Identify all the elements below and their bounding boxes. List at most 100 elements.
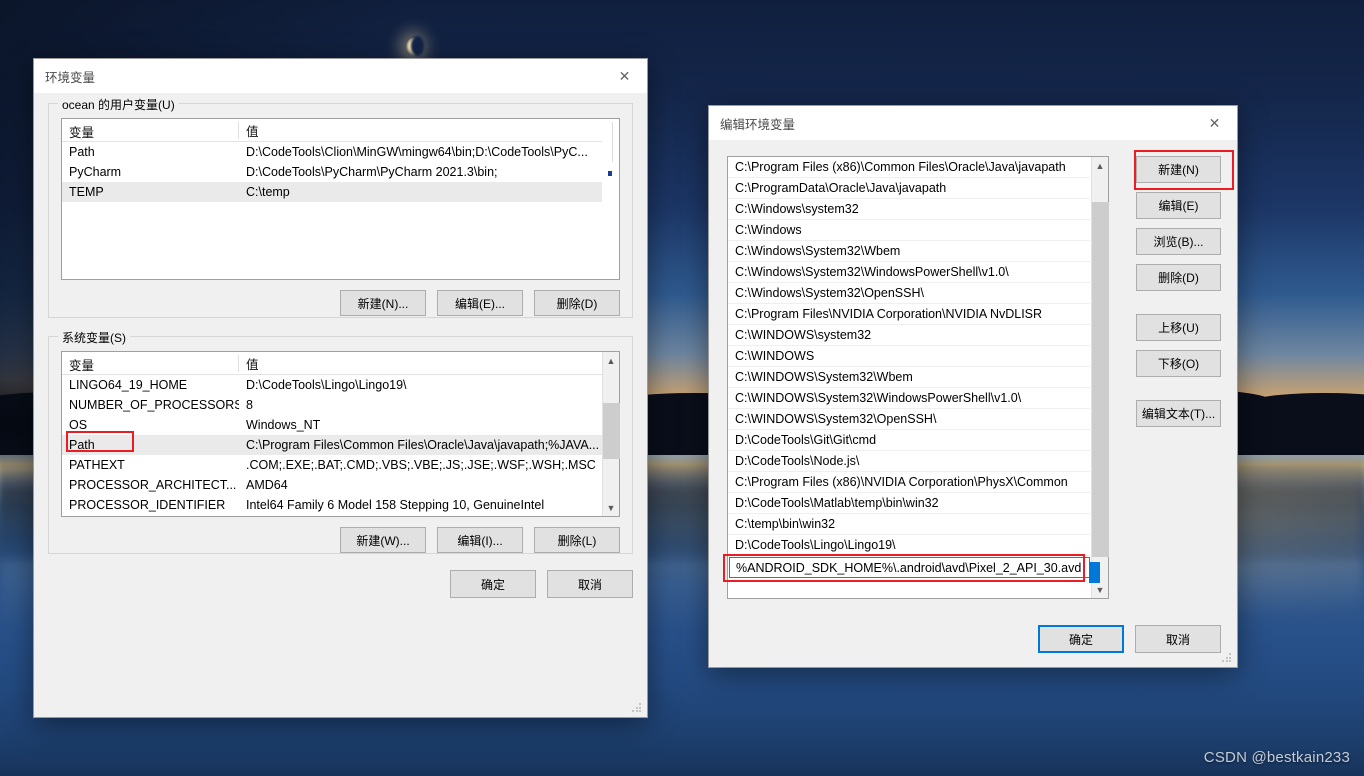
path-scroll-track[interactable] bbox=[1088, 174, 1109, 583]
dialog-button[interactable]: 确定 bbox=[450, 570, 536, 598]
path-action-buttons: 新建(N) 编辑(E) 浏览(B)... 删除(D) 上移(U) 下移(O) 编辑文本(T)… bbox=[1136, 156, 1221, 436]
path-action-button[interactable]: 编辑文本(T)... bbox=[1136, 400, 1221, 427]
path-list-item[interactable]: C:\WINDOWS bbox=[728, 346, 1090, 367]
path-scroll-thumb[interactable] bbox=[1091, 202, 1109, 557]
path-list-item[interactable]: C:\Windows\System32\Wbem bbox=[728, 241, 1090, 262]
path-list-item[interactable]: C:\Program Files (x86)\Common Files\Orac… bbox=[728, 157, 1090, 178]
dialog-button[interactable]: 删除(L) bbox=[534, 527, 620, 553]
path-list-item[interactable]: C:\Program Files (x86)\NVIDIA Corporatio… bbox=[728, 472, 1090, 493]
path-action-button[interactable]: 新建(N) bbox=[1136, 156, 1221, 183]
variable-value-cell: 8 bbox=[246, 398, 253, 412]
system-table-header: 变量 值 bbox=[62, 352, 619, 375]
system-scroll-track[interactable] bbox=[602, 369, 620, 499]
variable-name-cell: PROCESSOR_IDENTIFIER bbox=[69, 498, 226, 512]
resize-grip-icon[interactable] bbox=[631, 702, 643, 714]
scroll-down-icon[interactable]: ▼ bbox=[1092, 581, 1109, 598]
table-row[interactable]: LINGO64_19_HOME D:\CodeTools\Lingo\Lingo1… bbox=[62, 375, 619, 395]
resize-grip-icon[interactable] bbox=[1221, 652, 1233, 664]
column-header-variable[interactable]: 变量 bbox=[62, 121, 239, 140]
table-row[interactable]: Path C:\Program Files\Common Files\Oracle… bbox=[62, 435, 619, 455]
path-list-item[interactable]: C:\WINDOWS\system32 bbox=[728, 325, 1090, 346]
variable-value-cell: Windows_NT bbox=[246, 418, 321, 432]
path-list-scrollbar[interactable]: ▲ ▼ bbox=[1088, 157, 1109, 598]
system-table-scrollbar[interactable]: ▲ ▼ bbox=[602, 352, 620, 516]
edit-dialog-titlebar: 编辑环境变量 ✕ bbox=[709, 106, 1237, 140]
user-variables-rows: Path D:\CodeTools\Clion\MinGW\mingw64\bin… bbox=[62, 142, 619, 202]
system-variables-table[interactable]: 变量 值 LINGO64_19_HOME D:\CodeTools\Lingo\L… bbox=[61, 351, 620, 517]
path-list-item[interactable]: C:\Windows\System32\WindowsPowerShell\v1… bbox=[728, 262, 1090, 283]
path-list-item[interactable]: C:\Program Files\NVIDIA Corporation\NVID… bbox=[728, 304, 1090, 325]
path-action-button[interactable]: 浏览(B)... bbox=[1136, 228, 1221, 255]
path-entries-list[interactable]: C:\Program Files (x86)\Common Files\Orac… bbox=[727, 156, 1109, 599]
user-variables-group: ocean 的用户变量(U) 变量 值 Path D:\CodeTools\Cli… bbox=[48, 96, 633, 318]
path-list-item[interactable]: D:\CodeTools\Node.js\ bbox=[728, 451, 1090, 472]
dialog-button[interactable]: 新建(N)... bbox=[340, 290, 426, 316]
edit-dialog-title: 编辑环境变量 bbox=[720, 117, 796, 132]
system-scroll-thumb[interactable] bbox=[602, 403, 620, 459]
path-action-button[interactable]: 删除(D) bbox=[1136, 264, 1221, 291]
dialog-button[interactable]: 删除(D) bbox=[534, 290, 620, 316]
path-action-button[interactable]: 编辑(E) bbox=[1136, 192, 1221, 219]
table-row[interactable]: Path D:\CodeTools\Clion\MinGW\mingw64\bin… bbox=[62, 142, 619, 162]
system-variables-group: 系统变量(S) 变量 值 LINGO64_19_HOME D:\CodeTools… bbox=[48, 329, 633, 554]
dialog-button[interactable]: 取消 bbox=[547, 570, 633, 598]
path-list-item[interactable]: C:\WINDOWS\System32\OpenSSH\ bbox=[728, 409, 1090, 430]
env-dialog-title: 环境变量 bbox=[45, 70, 96, 85]
table-row[interactable]: NUMBER_OF_PROCESSORS 8 bbox=[62, 395, 619, 415]
column-header-variable[interactable]: 变量 bbox=[62, 354, 239, 373]
close-icon[interactable]: ✕ bbox=[1192, 107, 1237, 140]
path-edit-value: %ANDROID_SDK_HOME%\.android\avd\Pixel_2_… bbox=[736, 560, 1082, 575]
user-table-scrollbar[interactable] bbox=[602, 119, 619, 279]
scroll-down-icon[interactable]: ▼ bbox=[603, 499, 620, 516]
env-dialog-footer-buttons: 确定 取消 bbox=[48, 570, 633, 598]
path-list-item[interactable]: C:\Windows bbox=[728, 220, 1090, 241]
table-row[interactable]: OS Windows_NT bbox=[62, 415, 619, 435]
path-list-item[interactable]: C:\ProgramData\Oracle\Java\javapath bbox=[728, 178, 1090, 199]
scroll-up-icon[interactable]: ▲ bbox=[603, 352, 620, 369]
variable-value-cell: C:\Program Files\Common Files\Oracle\Jav… bbox=[246, 438, 600, 452]
path-list-item[interactable]: D:\CodeTools\Lingo\Lingo19\ bbox=[728, 535, 1090, 556]
path-list-item[interactable]: D:\CodeTools\Matlab\temp\bin\win32 bbox=[728, 493, 1090, 514]
button-group-spacer bbox=[1136, 300, 1221, 314]
environment-variables-dialog: 环境变量 ✕ ocean 的用户变量(U) 变量 值 Path D:\CodeTo… bbox=[33, 58, 648, 718]
system-variables-buttons: 新建(W)... 编辑(I)... 删除(L) bbox=[61, 527, 620, 553]
variable-value-cell: Intel64 Family 6 Model 158 Stepping 10, … bbox=[246, 498, 545, 512]
table-row[interactable]: PROCESSOR_ARCHITECT... AMD64 bbox=[62, 475, 619, 495]
user-variables-table[interactable]: 变量 值 Path D:\CodeTools\Clion\MinGW\mingw6… bbox=[61, 118, 620, 280]
dialog-button[interactable]: 确定 bbox=[1038, 625, 1124, 653]
variable-value-cell: D:\CodeTools\Lingo\Lingo19\ bbox=[246, 378, 407, 392]
path-rows-container: C:\Program Files (x86)\Common Files\Orac… bbox=[728, 157, 1090, 598]
column-header-value[interactable]: 值 bbox=[239, 121, 619, 140]
dialog-button[interactable]: 新建(W)... bbox=[340, 527, 426, 553]
edit-environment-variable-dialog: 编辑环境变量 ✕ C:\Program Files (x86)\Common F… bbox=[708, 105, 1238, 668]
table-row[interactable]: TEMP C:\temp bbox=[62, 182, 619, 202]
path-action-button[interactable]: 上移(U) bbox=[1136, 314, 1221, 341]
variable-name-cell: Path bbox=[69, 438, 95, 452]
table-row[interactable]: PROCESSOR_IDENTIFIER Intel64 Family 6 Mod… bbox=[62, 495, 619, 515]
path-list-item[interactable]: C:\WINDOWS\System32\Wbem bbox=[728, 367, 1090, 388]
watermark: CSDN @bestkain233 bbox=[1203, 749, 1350, 766]
dialog-button[interactable]: 取消 bbox=[1135, 625, 1221, 653]
column-header-value[interactable]: 值 bbox=[239, 354, 619, 373]
dialog-button[interactable]: 编辑(I)... bbox=[437, 527, 523, 553]
scroll-up-icon[interactable]: ▲ bbox=[1092, 157, 1109, 174]
variable-name-cell: OS bbox=[69, 418, 88, 432]
path-selection-marker bbox=[1088, 562, 1100, 583]
close-icon[interactable]: ✕ bbox=[602, 60, 647, 93]
path-list-item[interactable]: C:\Windows\System32\OpenSSH\ bbox=[728, 283, 1090, 304]
path-list-item[interactable]: C:\temp\bin\win32 bbox=[728, 514, 1090, 535]
dialog-button[interactable]: 编辑(E)... bbox=[437, 290, 523, 316]
variable-name-cell: TEMP bbox=[69, 185, 104, 199]
path-list-item[interactable]: D:\CodeTools\Git\Git\cmd bbox=[728, 430, 1090, 451]
variable-value-cell: D:\CodeTools\Clion\MinGW\mingw64\bin;D:\… bbox=[246, 145, 588, 159]
system-variables-label: 系统变量(S) bbox=[58, 329, 130, 346]
variable-value-cell: D:\CodeTools\PyCharm\PyCharm 2021.3\bin; bbox=[246, 165, 498, 179]
path-list-item[interactable]: C:\WINDOWS\System32\WindowsPowerShell\v1… bbox=[728, 388, 1090, 409]
path-action-button[interactable]: 下移(O) bbox=[1136, 350, 1221, 377]
variable-name-cell: PyCharm bbox=[69, 165, 122, 179]
path-list-item[interactable]: C:\Windows\system32 bbox=[728, 199, 1090, 220]
user-variables-buttons: 新建(N)... 编辑(E)... 删除(D) bbox=[61, 290, 620, 316]
table-row[interactable]: PyCharm D:\CodeTools\PyCharm\PyCharm 2021… bbox=[62, 162, 619, 182]
path-edit-input[interactable]: %ANDROID_SDK_HOME%\.android\avd\Pixel_2_… bbox=[729, 557, 1090, 578]
table-row[interactable]: PATHEXT .COM;.EXE;.BAT;.CMD;.VBS;.VBE;.JS… bbox=[62, 455, 619, 475]
